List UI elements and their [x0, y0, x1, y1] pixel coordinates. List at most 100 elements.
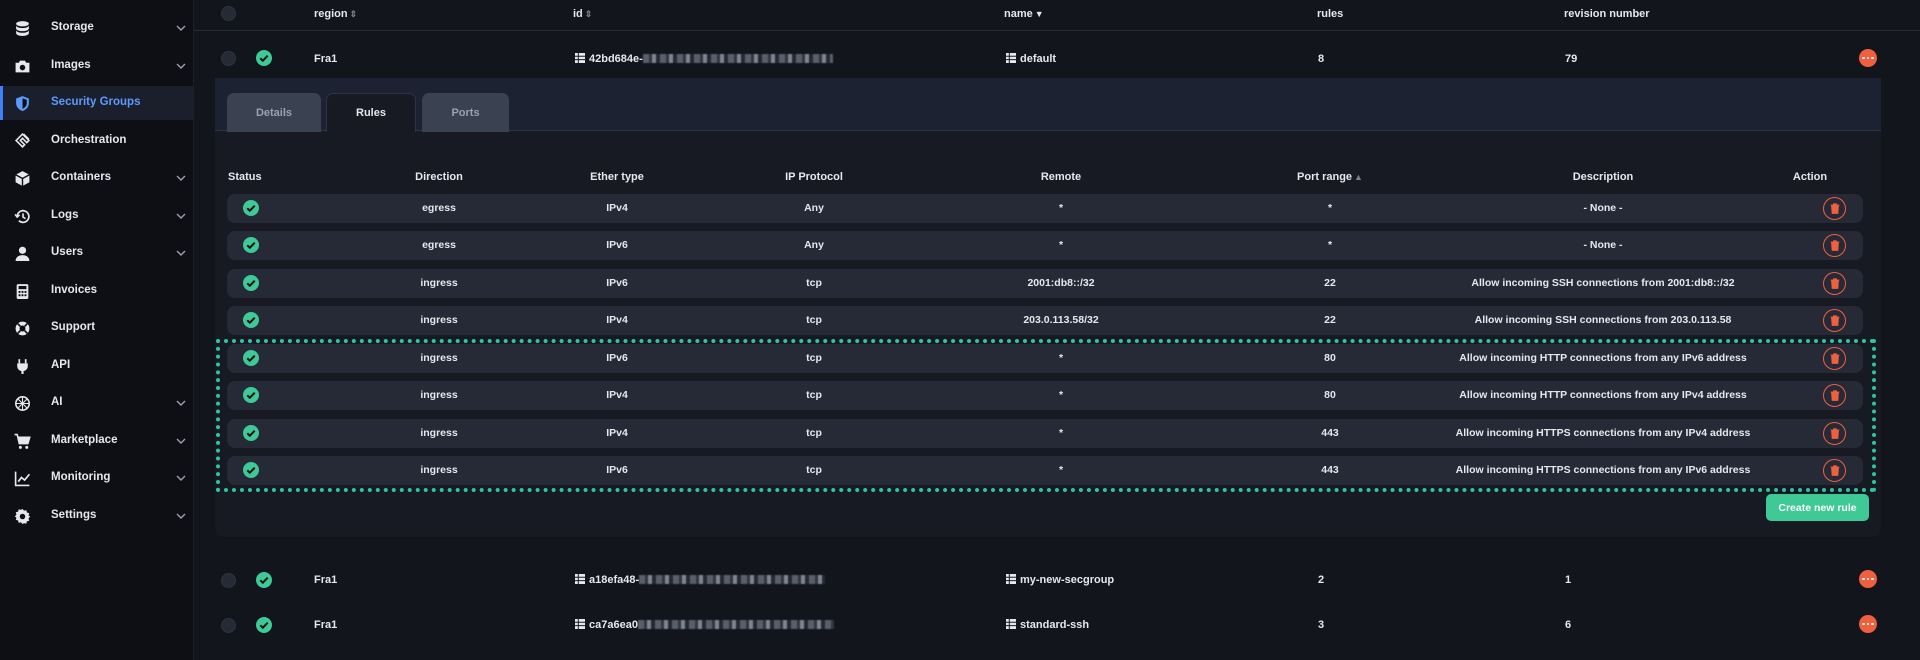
sidebar-item-label: Users [51, 246, 83, 258]
trash-icon [1830, 240, 1839, 251]
sidebar-item-orchestration[interactable]: Orchestration [0, 124, 194, 158]
sidebar-item-label: Invoices [51, 284, 98, 296]
rule-row: egress IPv4 Any * * - None - [227, 194, 1863, 223]
database-icon [13, 19, 31, 37]
chevron-down-icon [176, 175, 186, 181]
chevron-down-icon [176, 400, 186, 406]
sidebar-item-security-groups[interactable]: Security Groups [0, 86, 194, 120]
rules-header-port-range[interactable]: Port range ▲ [1297, 171, 1363, 183]
calculator-icon [13, 282, 31, 300]
name-cell[interactable]: standard-ssh [1006, 619, 1089, 631]
delete-rule-button[interactable] [1823, 197, 1846, 220]
rule-protocol: tcp [806, 352, 822, 364]
ai-icon [13, 394, 31, 412]
trash-icon [1830, 353, 1839, 364]
sidebar-item-label: Settings [51, 509, 97, 521]
delete-rule-button[interactable] [1823, 459, 1846, 482]
row-select-radio[interactable] [221, 573, 236, 588]
tab-bar: Details Rules Ports [215, 78, 1881, 132]
sidebar-item-logs[interactable]: Logs [0, 199, 194, 233]
rule-row: egress IPv6 Any * * - None - [227, 231, 1863, 260]
column-header-name[interactable]: name ▼ [1004, 8, 1044, 20]
rule-port-range: 443 [1321, 464, 1339, 476]
row-actions-button[interactable] [1859, 570, 1877, 588]
rule-port-range: 22 [1324, 277, 1336, 289]
select-all-checkbox[interactable] [221, 6, 236, 21]
rules-header-status: Status [228, 171, 262, 183]
revision-cell: 6 [1565, 619, 1572, 631]
id-cell[interactable]: 42bd684e- [575, 53, 833, 65]
sidebar-item-api[interactable]: API [0, 349, 194, 383]
id-cell[interactable]: a18efa48- [575, 574, 826, 586]
sidebar-item-label: AI [51, 396, 63, 408]
delete-rule-button[interactable] [1823, 422, 1846, 445]
sidebar: Storage Images Security Groups Orchestra… [0, 0, 194, 660]
sidebar-item-marketplace[interactable]: Marketplace [0, 424, 194, 458]
revision-cell: 79 [1565, 53, 1578, 65]
delete-rule-button[interactable] [1823, 347, 1846, 370]
delete-rule-button[interactable] [1823, 384, 1846, 407]
sidebar-item-storage[interactable]: Storage [0, 11, 194, 45]
delete-rule-button[interactable] [1823, 272, 1846, 295]
sort-desc-icon: ▼ [1034, 9, 1044, 19]
sidebar-item-images[interactable]: Images [0, 49, 194, 83]
check-circle-icon [243, 425, 259, 441]
redacted-id [637, 620, 834, 629]
row-actions-button[interactable] [1859, 49, 1877, 67]
id-cell[interactable]: ca7a6ea0 [575, 619, 834, 631]
sidebar-item-support[interactable]: Support [0, 311, 194, 345]
rule-description: Allow incoming SSH connections from 2001… [1471, 277, 1735, 289]
trash-icon [1830, 390, 1839, 401]
rule-description: Allow incoming HTTP connections from any… [1459, 389, 1747, 401]
chevron-down-icon [176, 25, 186, 31]
redacted-id [639, 575, 826, 584]
create-new-rule-button[interactable]: Create new rule [1766, 494, 1869, 521]
column-header-region[interactable]: region ⇕ [314, 8, 357, 20]
rule-row: ingress IPv6 tcp * 80 Allow incoming HTT… [227, 344, 1863, 373]
rule-row: ingress IPv4 tcp * 80 Allow incoming HTT… [227, 381, 1863, 410]
name-cell[interactable]: my-new-secgroup [1006, 574, 1114, 586]
rule-ether-type: IPv6 [606, 464, 628, 476]
sidebar-item-invoices[interactable]: Invoices [0, 274, 194, 308]
row-actions-button[interactable] [1859, 615, 1877, 633]
rule-ether-type: IPv6 [606, 277, 628, 289]
orchestration-icon [13, 132, 31, 150]
sidebar-item-users[interactable]: Users [0, 236, 194, 270]
rule-description: - None - [1583, 202, 1623, 214]
row-select-radio[interactable] [221, 618, 236, 633]
sidebar-item-ai[interactable]: AI [0, 386, 194, 420]
rule-remote: * [1058, 464, 1064, 476]
sidebar-item-label: Support [51, 321, 96, 333]
chevron-down-icon [176, 63, 186, 69]
sidebar-item-label: Marketplace [51, 434, 118, 446]
rules-header-ip-protocol: IP Protocol [785, 171, 843, 183]
rule-remote: 2001:db8::/32 [1027, 277, 1095, 289]
table-icon [1006, 574, 1016, 584]
rule-protocol: tcp [806, 427, 822, 439]
rule-direction: egress [422, 239, 456, 251]
sidebar-item-label: Images [51, 59, 91, 71]
sidebar-item-monitoring[interactable]: Monitoring [0, 461, 194, 495]
name-cell[interactable]: default [1006, 53, 1056, 65]
gear-icon [13, 507, 31, 525]
row-select-radio[interactable] [221, 51, 236, 66]
camera-icon [13, 57, 31, 75]
trash-icon [1830, 465, 1839, 476]
rule-protocol: tcp [806, 389, 822, 401]
column-header-rules[interactable]: rules [1317, 8, 1343, 20]
column-header-revision[interactable]: revision number [1564, 8, 1650, 20]
column-header-id[interactable]: id ⇕ [573, 8, 592, 20]
tab-rules[interactable]: Rules [326, 93, 416, 132]
sidebar-item-settings[interactable]: Settings [0, 499, 194, 533]
check-circle-icon [256, 572, 272, 588]
check-circle-icon [243, 387, 259, 403]
region-cell: Fra1 [314, 53, 338, 65]
delete-rule-button[interactable] [1823, 234, 1846, 257]
rules-header-direction: Direction [415, 171, 463, 183]
sidebar-item-containers[interactable]: Containers [0, 161, 194, 195]
delete-rule-button[interactable] [1823, 309, 1846, 332]
rule-protocol: Any [804, 202, 824, 214]
tab-details[interactable]: Details [227, 93, 321, 132]
tab-ports[interactable]: Ports [422, 93, 509, 132]
revision-cell: 1 [1565, 574, 1572, 586]
